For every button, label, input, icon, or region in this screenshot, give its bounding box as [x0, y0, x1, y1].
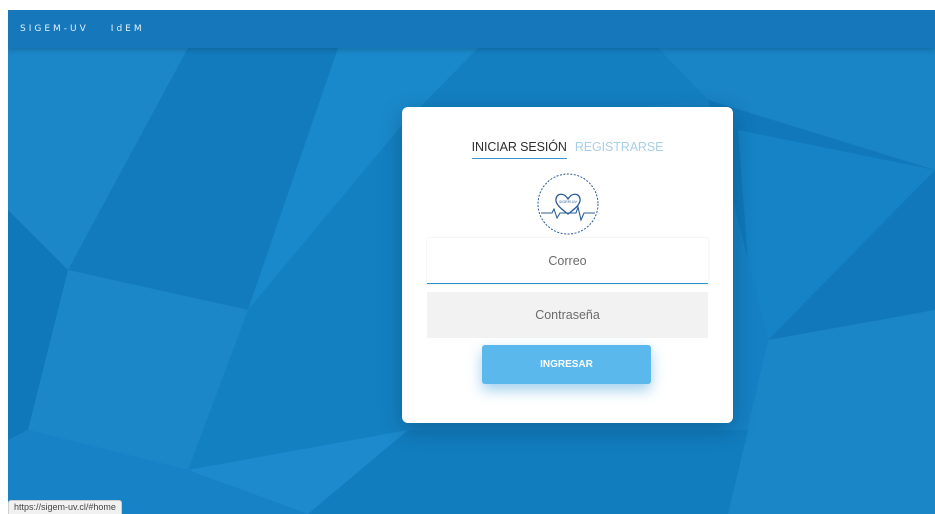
tab-registrarse[interactable]: REGISTRARSE — [575, 140, 664, 159]
status-bar-url: https://sigem-uv.cl/#home — [8, 500, 122, 514]
svg-text:SIGEM-UV: SIGEM-UV — [559, 200, 577, 204]
top-navbar: SIGEM-UV IdEM — [8, 10, 935, 48]
password-input[interactable] — [427, 292, 708, 338]
email-input[interactable] — [427, 238, 708, 284]
app-viewport: SIGEM-UV IdEM INICIAR SESIÓN REGISTRARSE… — [8, 10, 935, 514]
tab-iniciar-sesion[interactable]: INICIAR SESIÓN — [471, 140, 567, 159]
login-submit-button[interactable]: INGRESAR — [482, 345, 651, 384]
heart-pulse-icon: SIGEM-UV — [537, 173, 599, 235]
login-card: INICIAR SESIÓN REGISTRARSE SIGEM-UV INGR… — [402, 107, 733, 423]
auth-tabs: INICIAR SESIÓN REGISTRARSE — [402, 140, 733, 159]
nav-link-sigem-uv[interactable]: SIGEM-UV — [20, 24, 89, 34]
nav-link-idem[interactable]: IdEM — [111, 24, 145, 34]
